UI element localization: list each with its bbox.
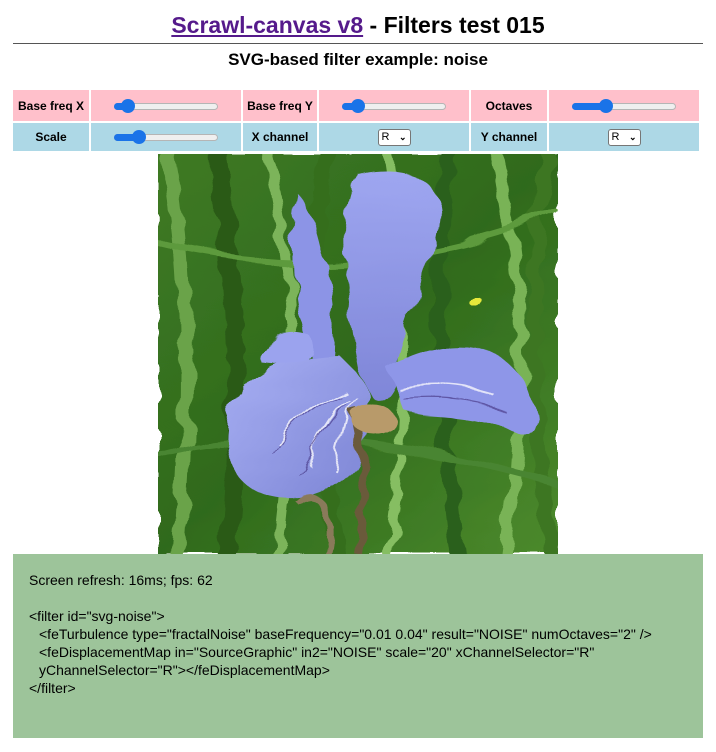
scale-slider[interactable] [114, 130, 218, 145]
chevron-down-icon: ⌄ [628, 131, 637, 142]
y-channel-cell: R ⌄ [549, 123, 699, 151]
code-line: <feTurbulence type="fractalNoise" baseFr… [39, 626, 652, 642]
x-channel-label: X channel [243, 123, 317, 151]
scale-cell [91, 123, 241, 151]
x-channel-select[interactable]: R ⌄ [377, 128, 411, 146]
x-channel-cell: R ⌄ [319, 123, 469, 151]
base-freq-y-cell [319, 90, 469, 121]
chevron-down-icon: ⌄ [398, 131, 407, 142]
page: Scrawl-canvas v8 - Filters test 015 SVG-… [0, 0, 716, 752]
x-channel-selected-value: R [381, 130, 390, 143]
octaves-label: Octaves [471, 90, 547, 121]
base-freq-x-label: Base freq X [13, 90, 89, 121]
page-subtitle: SVG-based filter example: noise [228, 50, 488, 69]
controls-row-2: Scale X channel R ⌄ Y channel R ⌄ [13, 123, 699, 151]
screen-refresh-readout: Screen refresh: 16ms; fps: 62 [29, 572, 213, 588]
iris-image [158, 154, 558, 554]
slider-thumb[interactable] [121, 98, 136, 113]
scale-label: Scale [13, 123, 89, 151]
page-title-suffix: - Filters test 015 [363, 12, 545, 38]
home-link[interactable]: Scrawl-canvas v8 [171, 12, 363, 38]
slider-thumb[interactable] [351, 98, 365, 113]
base-freq-x-slider[interactable] [114, 98, 218, 113]
y-channel-label: Y channel [471, 123, 547, 151]
slider-thumb[interactable] [132, 130, 146, 145]
octaves-slider[interactable] [572, 98, 676, 113]
filter-code: <filter id="svg-noise"> <feTurbulence ty… [29, 607, 687, 697]
base-freq-y-label: Base freq Y [243, 90, 317, 121]
page-title: Scrawl-canvas v8 - Filters test 015 [0, 10, 716, 40]
code-line: <feDisplacementMap in="SourceGraphic" in… [39, 644, 595, 678]
controls-row-1: Base freq X Base freq Y Octaves [13, 90, 699, 121]
filter-canvas[interactable] [158, 154, 558, 554]
slider-thumb[interactable] [599, 98, 613, 113]
info-panel: Screen refresh: 16ms; fps: 62 <filter id… [13, 554, 703, 738]
controls-table: Base freq X Base freq Y Octaves Scale X … [11, 88, 701, 153]
base-freq-y-slider[interactable] [342, 98, 446, 113]
y-channel-selected-value: R [611, 130, 620, 143]
title-divider [13, 43, 703, 44]
octaves-cell [549, 90, 699, 121]
base-freq-x-cell [91, 90, 241, 121]
y-channel-select[interactable]: R ⌄ [607, 128, 641, 146]
code-line: </filter> [29, 680, 76, 696]
code-line: <filter id="svg-noise"> [29, 608, 165, 624]
